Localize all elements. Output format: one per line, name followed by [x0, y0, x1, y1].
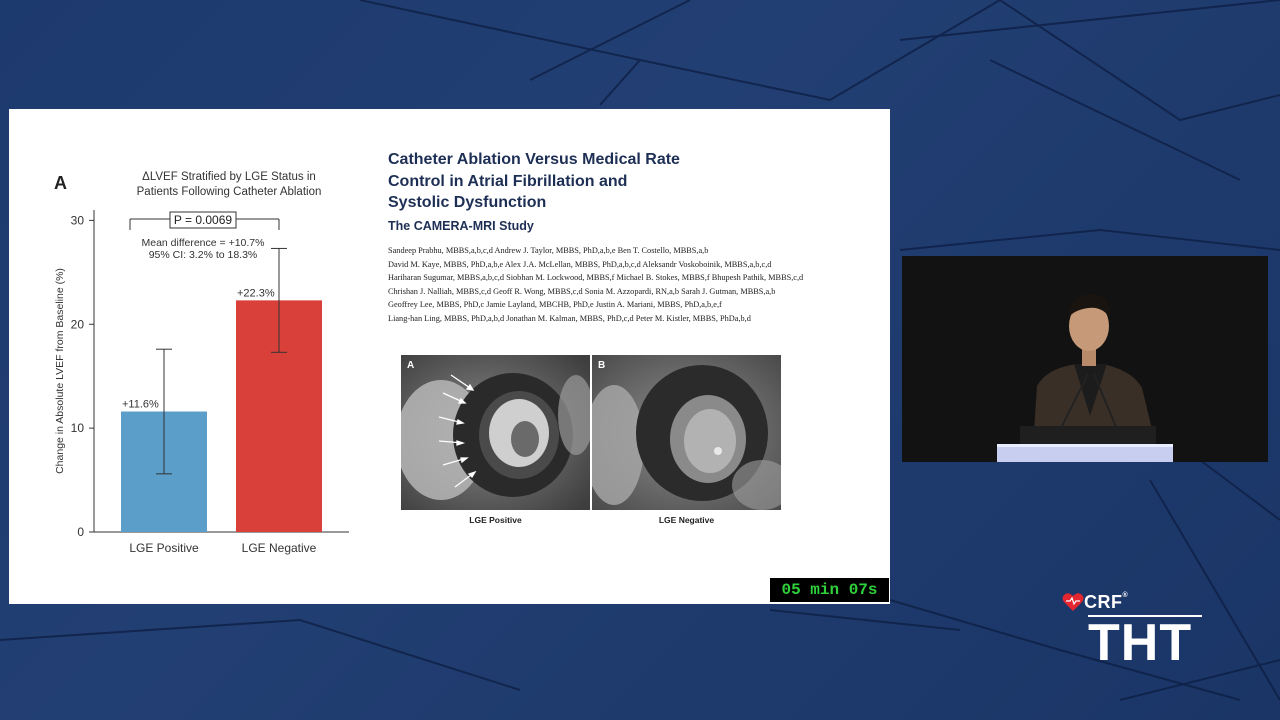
author-line: Hariharan Sugumar, MBBS,a,b,c,d Siobhan …: [388, 273, 804, 282]
author-line: David M. Kaye, MBBS, PhD,a,b,e Alex J.A.…: [388, 259, 772, 269]
tht-wordmark: THT: [1088, 614, 1193, 672]
lvef-bar-chart: 0 10 20 30 Change in Absolute LVEF from Base…: [54, 210, 349, 555]
p-value: P = 0.0069: [174, 213, 232, 227]
paper-title-line3: Systolic Dysfunction: [388, 194, 547, 211]
mri-image-lge-positive: A: [401, 355, 590, 510]
mri-panel-letter: A: [407, 360, 415, 371]
crf-tht-logo: CRF® THT: [1062, 590, 1212, 680]
mri-caption-lge-positive: LGE Positive: [469, 515, 522, 525]
presentation-slide: A ΔLVEF Stratified by LGE Status in Pati…: [9, 109, 890, 604]
paper-subtitle: The CAMERA-MRI Study: [388, 219, 534, 233]
speaker-video-frame: [902, 256, 1268, 462]
author-line: Liang-han Ling, MBBS, PhD,a,b,d Jonathan…: [388, 313, 751, 323]
paper-title-line1: Catheter Ablation Versus Medical Rate: [388, 151, 680, 168]
paper-title-line2: Control in Atrial Fibrillation and: [388, 172, 628, 190]
y-tick-label: 30: [71, 213, 85, 227]
y-tick-label: 10: [71, 421, 85, 435]
x-tick-label: LGE Negative: [242, 541, 317, 555]
heart-icon: [1062, 593, 1084, 611]
confidence-interval-text: 95% CI: 3.2% to 18.3%: [149, 249, 258, 261]
mri-caption-lge-negative: LGE Negative: [658, 515, 715, 525]
y-tick-label: 0: [77, 525, 84, 539]
author-list: Sandeep Prabhu, MBBS,a,b,c,d Andrew J. T…: [388, 244, 858, 325]
mri-image-lge-negative: B: [592, 355, 781, 510]
data-label: +11.6%: [122, 399, 159, 411]
countdown-timer: 05 min 07s: [770, 578, 889, 602]
y-tick-label: 20: [71, 317, 85, 331]
mri-panel-letter: B: [598, 360, 606, 371]
data-label: +22.3%: [237, 287, 275, 299]
y-axis-label: Change in Absolute LVEF from Baseline (%…: [54, 268, 66, 474]
mri-scan-graphic: [592, 355, 781, 510]
registered-mark: ®: [1122, 592, 1129, 599]
x-tick-label: LGE Positive: [129, 541, 199, 555]
crf-wordmark: CRF®: [1084, 592, 1128, 613]
author-line: Sandeep Prabhu, MBBS,a,b,c,d Andrew J. T…: [388, 246, 709, 255]
author-line: Chrishan J. Nalliah, MBBS,c,d Geoff R. W…: [388, 286, 776, 296]
mri-scan-graphic: [401, 355, 590, 510]
paper-title: Catheter Ablation Versus Medical Rate Co…: [388, 149, 728, 214]
mean-difference-text: Mean difference = +10.7%: [142, 237, 265, 249]
crf-text: CRF: [1084, 592, 1123, 612]
speaker-video: [902, 256, 1268, 462]
author-line: Geoffrey Lee, MBBS, PhD,c Jamie Layland,…: [388, 300, 722, 309]
